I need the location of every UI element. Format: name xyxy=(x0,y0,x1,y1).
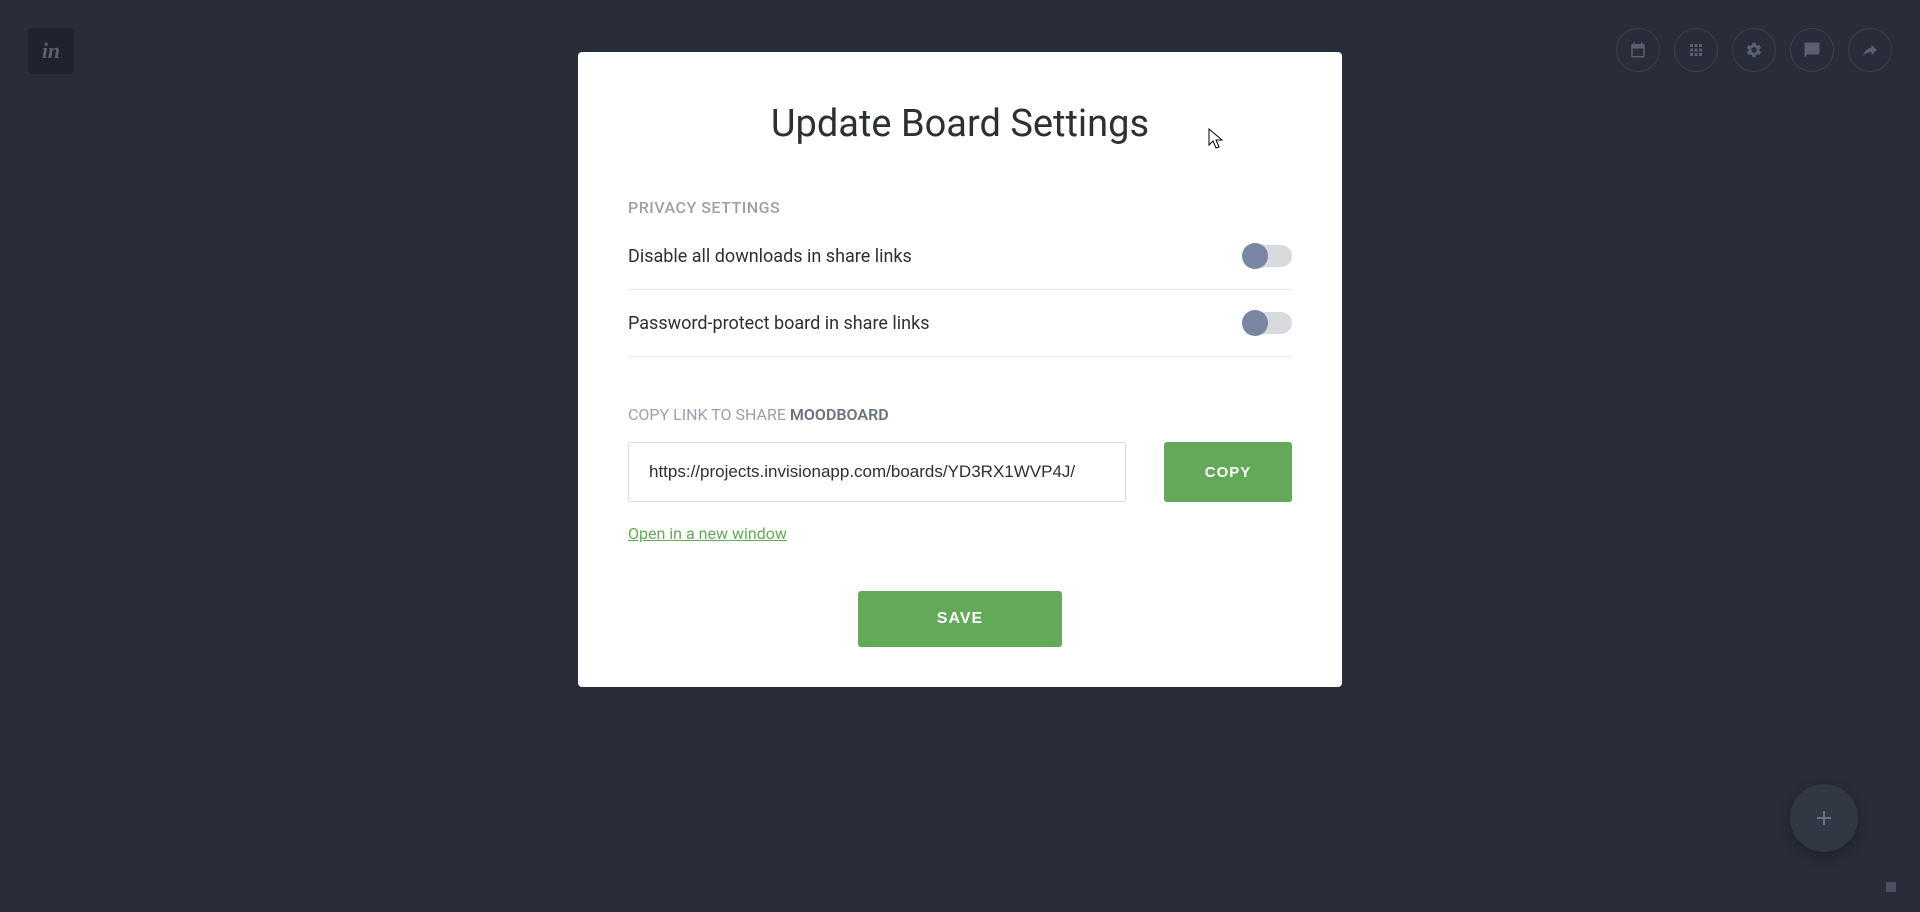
invision-logo[interactable]: in xyxy=(28,28,74,74)
share-url-input[interactable] xyxy=(628,442,1126,502)
share-section: COPY LINK TO SHARE MOODBOARD COPY Open i… xyxy=(628,405,1292,543)
plus-icon xyxy=(1812,806,1836,830)
comment-button[interactable] xyxy=(1790,28,1834,72)
share-button[interactable] xyxy=(1848,28,1892,72)
settings-button[interactable] xyxy=(1732,28,1776,72)
indicator-dot xyxy=(1886,882,1896,892)
top-icon-bar xyxy=(1616,28,1892,72)
toggle-password-protect[interactable] xyxy=(1244,312,1292,334)
chat-icon xyxy=(1803,41,1821,59)
add-fab[interactable] xyxy=(1790,784,1858,852)
gear-icon xyxy=(1745,41,1763,59)
save-button[interactable]: SAVE xyxy=(858,591,1062,647)
setting-label: Password-protect board in share links xyxy=(628,313,930,334)
bottom-indicator xyxy=(1886,882,1896,892)
share-row: COPY xyxy=(628,442,1292,502)
setting-row-disable-downloads: Disable all downloads in share links xyxy=(628,245,1292,290)
share-section-label: COPY LINK TO SHARE MOODBOARD xyxy=(628,405,1292,424)
setting-label: Disable all downloads in share links xyxy=(628,246,912,267)
share-arrow-icon xyxy=(1861,41,1879,59)
calendar-button[interactable] xyxy=(1616,28,1660,72)
modal-title: Update Board Settings xyxy=(628,102,1292,146)
apps-button[interactable] xyxy=(1674,28,1718,72)
setting-row-password-protect: Password-protect board in share links xyxy=(628,312,1292,357)
share-label-bold: MOODBOARD xyxy=(790,405,889,424)
copy-button[interactable]: COPY xyxy=(1164,442,1292,502)
calendar-icon xyxy=(1629,41,1647,59)
toggle-knob xyxy=(1242,243,1268,269)
toggle-disable-downloads[interactable] xyxy=(1244,245,1292,267)
grid-icon xyxy=(1687,41,1705,59)
share-label-prefix: COPY LINK TO SHARE xyxy=(628,405,790,424)
privacy-section-label: PRIVACY SETTINGS xyxy=(628,198,1292,217)
toggle-knob xyxy=(1242,310,1268,336)
update-board-settings-modal: Update Board Settings PRIVACY SETTINGS D… xyxy=(578,52,1342,687)
logo-text: in xyxy=(42,38,60,64)
open-new-window-link[interactable]: Open in a new window xyxy=(628,524,787,543)
